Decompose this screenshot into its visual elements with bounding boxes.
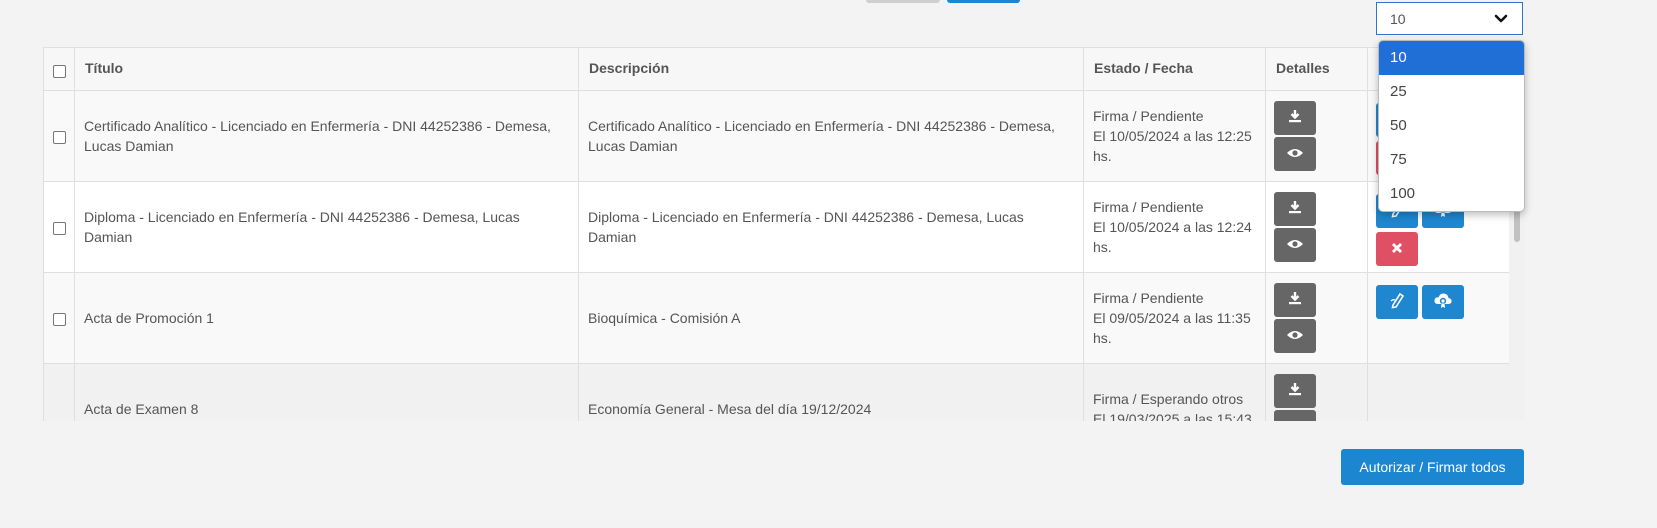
page-size-select[interactable]: 10 bbox=[1376, 2, 1523, 35]
row-estado-fecha: Firma / Pendiente El 10/05/2024 a las 12… bbox=[1083, 181, 1266, 273]
row-select-cell bbox=[43, 90, 75, 182]
view-button[interactable] bbox=[1274, 228, 1316, 262]
select-all-checkbox[interactable] bbox=[52, 64, 66, 78]
page-size-option-10[interactable]: 10 bbox=[1379, 41, 1524, 75]
row-fecha: El 09/05/2024 a las 11:35 hs. bbox=[1093, 310, 1251, 346]
page-size-dropdown: 10 25 50 75 100 bbox=[1378, 40, 1525, 212]
cloud-certificate-icon bbox=[1433, 291, 1453, 314]
row-descripcion: Economía General - Mesa del día 19/12/20… bbox=[578, 363, 1084, 421]
documents-table: Título Descripción Estado / Fecha Detall… bbox=[43, 47, 1510, 421]
download-icon bbox=[1287, 199, 1303, 220]
download-icon bbox=[1287, 108, 1303, 129]
sign-button[interactable] bbox=[1376, 285, 1418, 319]
page-size-option-50[interactable]: 50 bbox=[1379, 109, 1524, 143]
row-estado-fecha: Firma / Pendiente El 10/05/2024 a las 12… bbox=[1083, 90, 1266, 182]
row-fecha: El 19/03/2025 a las 15:43 bbox=[1093, 411, 1252, 421]
eye-icon bbox=[1286, 235, 1304, 255]
reject-button[interactable] bbox=[1376, 232, 1418, 266]
download-button[interactable] bbox=[1274, 192, 1316, 226]
row-titulo: Acta de Promoción 1 bbox=[74, 272, 579, 364]
download-button[interactable] bbox=[1274, 101, 1316, 135]
top-secondary-button[interactable] bbox=[866, 0, 940, 3]
row-estado: Firma / Esperando otros bbox=[1093, 391, 1244, 407]
row-titulo: Diploma - Licenciado en Enfermería - DNI… bbox=[74, 181, 579, 273]
table-header-row: Título Descripción Estado / Fecha Detall… bbox=[43, 47, 1510, 91]
row-estado: Firma / Pendiente bbox=[1093, 199, 1204, 215]
view-button[interactable] bbox=[1274, 319, 1316, 353]
download-button[interactable] bbox=[1274, 374, 1316, 408]
row-acciones bbox=[1367, 272, 1510, 364]
row-descripcion: Diploma - Licenciado en Enfermería - DNI… bbox=[578, 181, 1084, 273]
download-icon bbox=[1287, 381, 1303, 402]
page-size-option-25[interactable]: 25 bbox=[1379, 75, 1524, 109]
eye-icon bbox=[1286, 326, 1304, 346]
row-detalles bbox=[1265, 272, 1368, 364]
row-detalles bbox=[1265, 90, 1368, 182]
view-button[interactable] bbox=[1274, 410, 1316, 421]
row-select-cell bbox=[43, 363, 75, 421]
header-detalles: Detalles bbox=[1265, 47, 1368, 91]
row-acciones bbox=[1367, 363, 1510, 421]
row-descripcion: Bioquímica - Comisión A bbox=[578, 272, 1084, 364]
top-primary-button[interactable] bbox=[947, 0, 1020, 3]
row-checkbox[interactable] bbox=[52, 312, 66, 326]
row-fecha: El 10/05/2024 a las 12:24 hs. bbox=[1093, 219, 1252, 255]
row-estado: Firma / Pendiente bbox=[1093, 290, 1204, 306]
documents-table-container: Título Descripción Estado / Fecha Detall… bbox=[43, 47, 1525, 421]
row-titulo: Acta de Examen 8 bbox=[74, 363, 579, 421]
download-button[interactable] bbox=[1274, 283, 1316, 317]
table-row: Certificado Analítico - Licenciado en En… bbox=[43, 90, 1510, 182]
certificate-sign-button[interactable] bbox=[1422, 285, 1464, 319]
table-row: Diploma - Licenciado en Enfermería - DNI… bbox=[43, 181, 1510, 273]
download-icon bbox=[1287, 290, 1303, 311]
page-size-value: 10 bbox=[1390, 10, 1406, 27]
row-titulo: Certificado Analítico - Licenciado en En… bbox=[74, 90, 579, 182]
chevron-down-icon bbox=[1494, 12, 1508, 29]
row-fecha: El 10/05/2024 a las 12:25 hs. bbox=[1093, 128, 1252, 164]
sign-all-button[interactable]: Autorizar / Firmar todos bbox=[1341, 449, 1524, 485]
table-row: Acta de Examen 8 Economía General - Mesa… bbox=[43, 363, 1510, 421]
eye-icon bbox=[1286, 417, 1304, 421]
header-titulo: Título bbox=[74, 47, 579, 91]
row-descripcion: Certificado Analítico - Licenciado en En… bbox=[578, 90, 1084, 182]
row-estado: Firma / Pendiente bbox=[1093, 108, 1204, 124]
row-estado-fecha: Firma / Pendiente El 09/05/2024 a las 11… bbox=[1083, 272, 1266, 364]
header-estado: Estado / Fecha bbox=[1083, 47, 1266, 91]
view-button[interactable] bbox=[1274, 137, 1316, 171]
pen-icon bbox=[1388, 291, 1406, 314]
table-row: Acta de Promoción 1 Bioquímica - Comisió… bbox=[43, 272, 1510, 364]
row-checkbox[interactable] bbox=[52, 221, 66, 235]
row-select-cell bbox=[43, 181, 75, 273]
select-all-cell bbox=[43, 47, 75, 91]
row-select-cell bbox=[43, 272, 75, 364]
eye-icon bbox=[1286, 144, 1304, 164]
header-descripcion: Descripción bbox=[578, 47, 1084, 91]
page-size-option-100[interactable]: 100 bbox=[1379, 177, 1524, 211]
row-detalles bbox=[1265, 363, 1368, 421]
close-icon bbox=[1391, 239, 1403, 259]
row-estado-fecha: Firma / Esperando otros El 19/03/2025 a … bbox=[1083, 363, 1266, 421]
row-detalles bbox=[1265, 181, 1368, 273]
page-size-option-75[interactable]: 75 bbox=[1379, 143, 1524, 177]
row-checkbox[interactable] bbox=[52, 130, 66, 144]
